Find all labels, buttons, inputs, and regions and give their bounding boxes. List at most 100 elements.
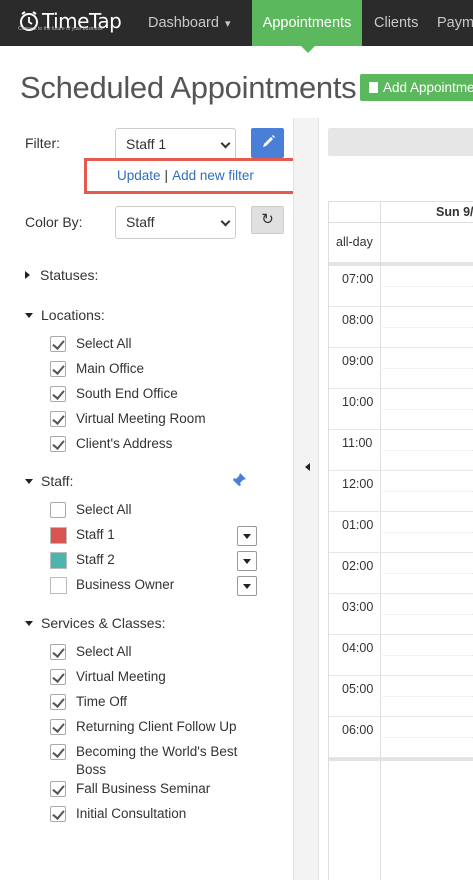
statuses-label: Statuses: (40, 267, 99, 283)
time-slot[interactable]: 03:00 (329, 594, 473, 635)
half-hour-line (380, 532, 473, 533)
color-swatch[interactable] (50, 552, 67, 569)
staff-1-dropdown[interactable] (237, 526, 257, 546)
filter-links-box: Update | Add new filter (84, 158, 298, 194)
checkbox[interactable] (50, 781, 66, 797)
time-label: 06:00 (342, 723, 374, 737)
staff-name: Staff 2 (76, 552, 115, 567)
pencil-icon (263, 135, 275, 147)
checkbox-label: Select All (76, 336, 132, 351)
color-by-select[interactable]: Staff (115, 206, 236, 239)
time-slot[interactable]: 12:00 (329, 471, 473, 512)
caret-down-icon (25, 313, 33, 318)
edit-filter-button[interactable] (251, 128, 284, 158)
pin-icon[interactable] (231, 472, 247, 488)
filter-select-value: Staff 1 (126, 136, 167, 152)
checkbox[interactable] (50, 694, 66, 710)
staff-2-dropdown[interactable] (237, 551, 257, 571)
checkbox[interactable] (50, 336, 66, 352)
refresh-button[interactable]: ↻ (251, 206, 284, 234)
half-hour-line (380, 450, 473, 451)
time-slot[interactable]: 10:00 (329, 389, 473, 430)
checkbox-label: Returning Client Follow Up (76, 719, 237, 734)
checkbox[interactable] (50, 361, 66, 377)
time-slot[interactable]: 02:00 (329, 553, 473, 594)
staff-toggle[interactable]: Staff: (25, 473, 73, 489)
half-hour-line (380, 409, 473, 410)
calendar-icon (369, 82, 378, 93)
caret-down-icon (25, 621, 33, 626)
time-label: 07:00 (342, 272, 374, 286)
checkbox[interactable] (50, 386, 66, 402)
half-hour-line (380, 573, 473, 574)
nav-appointments-label: Appointments (262, 15, 352, 31)
half-hour-line (380, 327, 473, 328)
half-hour-line (380, 737, 473, 738)
time-slot[interactable]: 04:00 (329, 635, 473, 676)
checkbox-label-line2: Boss (76, 762, 107, 777)
staff-name: Staff 1 (76, 527, 115, 542)
day-header[interactable]: Sun 9/ (436, 205, 473, 219)
nav-clients[interactable]: Clients (374, 0, 418, 46)
time-slot[interactable]: 06:00 (329, 717, 473, 758)
time-slot[interactable]: 09:00 (329, 348, 473, 389)
color-swatch[interactable] (50, 527, 67, 544)
checkbox[interactable] (50, 806, 66, 822)
calendar-toolbar (328, 128, 473, 156)
checkbox[interactable] (50, 744, 66, 760)
services-toggle[interactable]: Services & Classes: (25, 615, 165, 631)
page-title: Scheduled Appointments (20, 70, 357, 105)
collapse-left-icon[interactable] (305, 463, 310, 471)
checkbox[interactable] (50, 502, 66, 518)
staff-label: Staff: (41, 473, 74, 489)
half-hour-line (380, 696, 473, 697)
time-slot[interactable]: 08:00 (329, 307, 473, 348)
checkbox[interactable] (50, 436, 66, 452)
time-label: 05:00 (342, 682, 374, 696)
time-label: 12:00 (342, 477, 374, 491)
time-label: 08:00 (342, 313, 374, 327)
refresh-icon: ↻ (261, 211, 274, 228)
nav-dashboard[interactable]: Dashboard ▾ (148, 0, 230, 46)
chevron-down-icon: ▾ (224, 18, 231, 30)
time-slot[interactable]: 11:00 (329, 430, 473, 471)
add-new-filter-link[interactable]: Add new filter (172, 168, 254, 183)
checkbox[interactable] (50, 719, 66, 735)
update-filter-link[interactable]: Update (117, 168, 161, 183)
calendar-grid: Sun 9/ all-day 07:00 08:00 09:00 10:00 11:00… (328, 201, 473, 880)
checkbox-label: Main Office (76, 361, 145, 376)
checkbox-label: Initial Consultation (76, 806, 187, 821)
add-appointment-button[interactable]: Add Appointme (360, 74, 473, 101)
color-by-select-value: Staff (126, 214, 155, 230)
calendar-header: Sun 9/ (329, 201, 473, 223)
color-swatch[interactable] (50, 577, 67, 594)
nav-dashboard-label: Dashboard (148, 15, 219, 31)
half-hour-line (380, 286, 473, 287)
time-slot[interactable]: 01:00 (329, 512, 473, 553)
half-hour-line (380, 491, 473, 492)
locations-label: Locations: (41, 307, 105, 323)
checkbox-label: Select All (76, 644, 132, 659)
nav-clients-label: Clients (374, 15, 419, 31)
time-slot[interactable]: 05:00 (329, 676, 473, 717)
statuses-toggle[interactable]: Statuses: (25, 267, 98, 283)
panel-collapse-bar[interactable] (293, 118, 319, 880)
time-label: 03:00 (342, 600, 374, 614)
color-by-label: Color By: (25, 214, 83, 230)
nav-payments[interactable]: Paym (437, 0, 473, 46)
filter-select[interactable]: Staff 1 (115, 128, 236, 161)
half-hour-line (380, 614, 473, 615)
half-hour-line (380, 655, 473, 656)
checkbox-label: Becoming the World's Best (76, 744, 238, 759)
checkbox[interactable] (50, 644, 66, 660)
checkbox[interactable] (50, 411, 66, 427)
nav-appointments[interactable]: Appointments (252, 0, 362, 46)
add-appointment-label: Add Appointme (383, 80, 473, 95)
time-label: 01:00 (342, 518, 374, 532)
locations-toggle[interactable]: Locations: (25, 307, 105, 323)
checkbox[interactable] (50, 669, 66, 685)
checkbox-label: Client's Address (76, 436, 173, 451)
time-slot[interactable]: 07:00 (329, 266, 473, 307)
business-owner-dropdown[interactable] (237, 576, 257, 596)
allday-row[interactable]: all-day (329, 223, 473, 263)
